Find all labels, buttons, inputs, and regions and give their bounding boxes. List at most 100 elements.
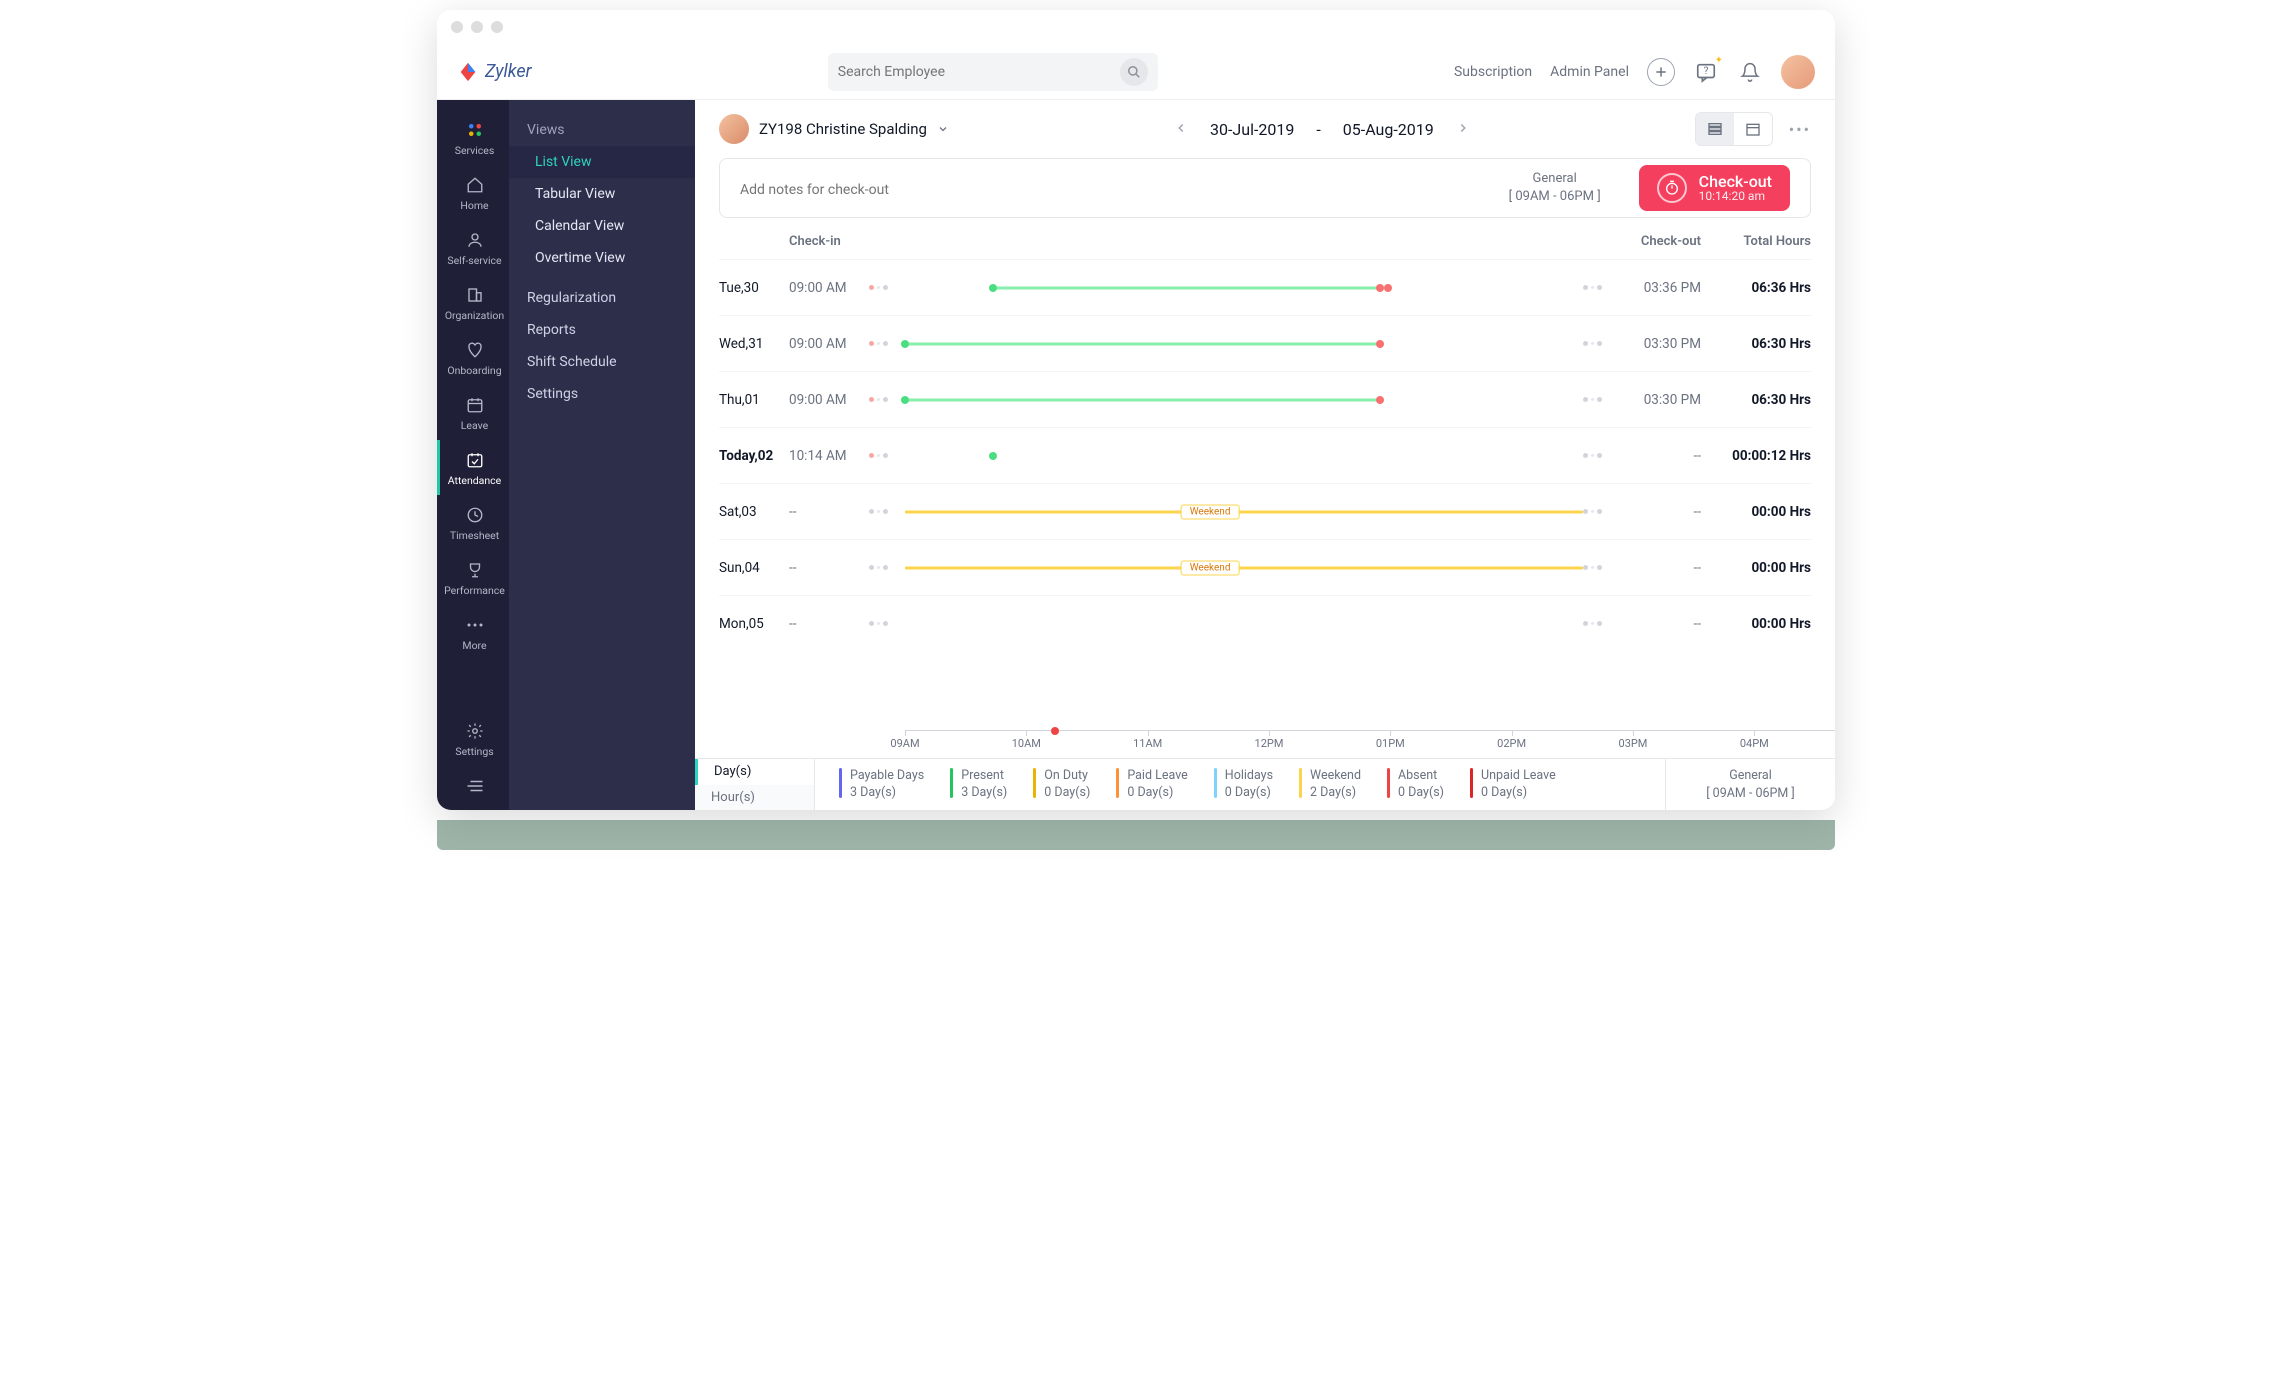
shift-info: General [ 09AM - 06PM ] (1495, 170, 1615, 206)
row-total: 00:00:12 Hrs (1701, 448, 1811, 464)
legend-value: 0 Day(s) (1127, 785, 1187, 801)
axis-label: 09AM (890, 737, 919, 750)
legend-color (1387, 768, 1390, 798)
date-range-start: 30-Jul-2019 (1210, 120, 1294, 139)
window-titlebar (437, 10, 1835, 44)
footer-hours-tab[interactable]: Hour(s) (695, 785, 814, 811)
rail-home[interactable]: Home (437, 165, 509, 220)
checkout-dots (1583, 397, 1631, 402)
attendance-row[interactable]: Sat,03--Weekend--00:00 Hrs (719, 483, 1811, 539)
axis-label: 12PM (1255, 737, 1284, 750)
panel-reports[interactable]: Reports (509, 314, 695, 346)
prev-range-button[interactable] (1174, 120, 1188, 139)
checkout-dots (1583, 285, 1631, 290)
legend-label: Unpaid Leave (1481, 768, 1556, 784)
calendar-layout-button[interactable] (1734, 113, 1772, 145)
panel-calendar-view[interactable]: Calendar View (509, 210, 695, 242)
checkout-dots (1583, 565, 1631, 570)
legend-color (1299, 768, 1302, 798)
rail-leave[interactable]: Leave (437, 385, 509, 440)
rail-more[interactable]: More (437, 605, 509, 660)
legend-color (1214, 768, 1217, 798)
legend-value: 0 Day(s) (1225, 785, 1273, 801)
row-day: Wed,31 (719, 336, 789, 352)
row-checkin: -- (789, 616, 869, 632)
axis-label: 11AM (1133, 737, 1162, 750)
organization-icon (465, 285, 485, 305)
footer-days-tab[interactable]: Day(s) (695, 759, 814, 785)
axis-label: 10AM (1012, 737, 1041, 750)
notifications-icon[interactable] (1737, 59, 1763, 85)
legend-label: Present (961, 768, 1007, 784)
window-close-dot[interactable] (451, 21, 463, 33)
rail-label: Onboarding (447, 364, 501, 377)
footer-shift-hours: [ 09AM - 06PM ] (1706, 785, 1794, 803)
axis-label: 03PM (1619, 737, 1648, 750)
attendance-row[interactable]: Wed,3109:00 AM03:30 PM06:30 Hrs (719, 315, 1811, 371)
search-input[interactable] (838, 64, 1120, 80)
rail-attendance[interactable]: Attendance (437, 440, 509, 495)
attendance-row[interactable]: Today,0210:14 AM--00:00:12 Hrs (719, 427, 1811, 483)
more-actions-button[interactable]: ••• (1789, 120, 1811, 139)
rail-label: Performance (444, 584, 505, 597)
rail-performance[interactable]: Performance (437, 550, 509, 605)
employee-picker[interactable]: ZY198 Christine Spalding (719, 114, 949, 144)
axis-label: 01PM (1376, 737, 1405, 750)
rail-services[interactable]: Services (437, 110, 509, 165)
attendance-row[interactable]: Tue,3009:00 AM03:36 PM06:36 Hrs (719, 259, 1811, 315)
next-range-button[interactable] (1456, 120, 1470, 139)
panel-shift-schedule[interactable]: Shift Schedule (509, 346, 695, 378)
add-icon[interactable] (1647, 58, 1675, 86)
panel-tabular-view[interactable]: Tabular View (509, 178, 695, 210)
legend-color (1116, 768, 1119, 798)
rail-label: Leave (461, 419, 488, 432)
row-checkin: 10:14 AM (789, 448, 869, 464)
rail-self-service[interactable]: Self-service (437, 220, 509, 275)
subscription-link[interactable]: Subscription (1454, 64, 1532, 80)
employee-avatar (719, 114, 749, 144)
search-box[interactable] (828, 53, 1158, 91)
svg-text:?: ? (1704, 65, 1709, 76)
panel-list-view[interactable]: List View (509, 146, 695, 178)
checkout-dots (1583, 453, 1631, 458)
row-checkout: 03:30 PM (1631, 392, 1701, 408)
leave-icon (465, 395, 485, 415)
checkout-notes-input[interactable] (740, 182, 1495, 198)
window-max-dot[interactable] (491, 21, 503, 33)
rail-timesheet[interactable]: Timesheet (437, 495, 509, 550)
row-checkin: 09:00 AM (789, 336, 869, 352)
brand-logo[interactable]: Zylker (457, 61, 532, 83)
legend-item: Unpaid Leave0 Day(s) (1470, 768, 1556, 801)
date-range-sep: - (1316, 120, 1320, 139)
attendance-row[interactable]: Sun,04--Weekend--00:00 Hrs (719, 539, 1811, 595)
checkin-dots (869, 285, 905, 290)
checkout-button[interactable]: Check-out 10:14:20 am (1639, 165, 1790, 211)
list-layout-button[interactable] (1696, 113, 1734, 145)
panel-overtime-view[interactable]: Overtime View (509, 242, 695, 274)
checkin-dots (869, 397, 905, 402)
row-timeline: Weekend (905, 502, 1583, 522)
attendance-row[interactable]: Mon,05----00:00 Hrs (719, 595, 1811, 651)
employee-name: ZY198 Christine Spalding (759, 120, 927, 138)
legend-item: Payable Days3 Day(s) (839, 768, 924, 801)
checkout-dots (1583, 621, 1631, 626)
rail-label: Organization (445, 309, 504, 322)
panel-regularization[interactable]: Regularization (509, 282, 695, 314)
row-checkin: -- (789, 504, 869, 520)
legend-value: 3 Day(s) (850, 785, 924, 801)
legend-color (1470, 768, 1473, 798)
rail-collapse[interactable] (437, 766, 509, 810)
admin-panel-link[interactable]: Admin Panel (1550, 64, 1629, 80)
rail-onboarding[interactable]: Onboarding (437, 330, 509, 385)
attendance-row[interactable]: Thu,0109:00 AM03:30 PM06:30 Hrs (719, 371, 1811, 427)
window-min-dot[interactable] (471, 21, 483, 33)
checkin-dots (869, 341, 905, 346)
rail-settings[interactable]: Settings (437, 711, 509, 766)
row-checkout: -- (1631, 616, 1701, 632)
search-icon[interactable] (1120, 58, 1148, 86)
rail-organization[interactable]: Organization (437, 275, 509, 330)
panel-settings[interactable]: Settings (509, 378, 695, 410)
profile-avatar[interactable] (1781, 55, 1815, 89)
legend-value: 2 Day(s) (1310, 785, 1361, 801)
help-chat-icon[interactable]: ? ✦ (1693, 59, 1719, 85)
